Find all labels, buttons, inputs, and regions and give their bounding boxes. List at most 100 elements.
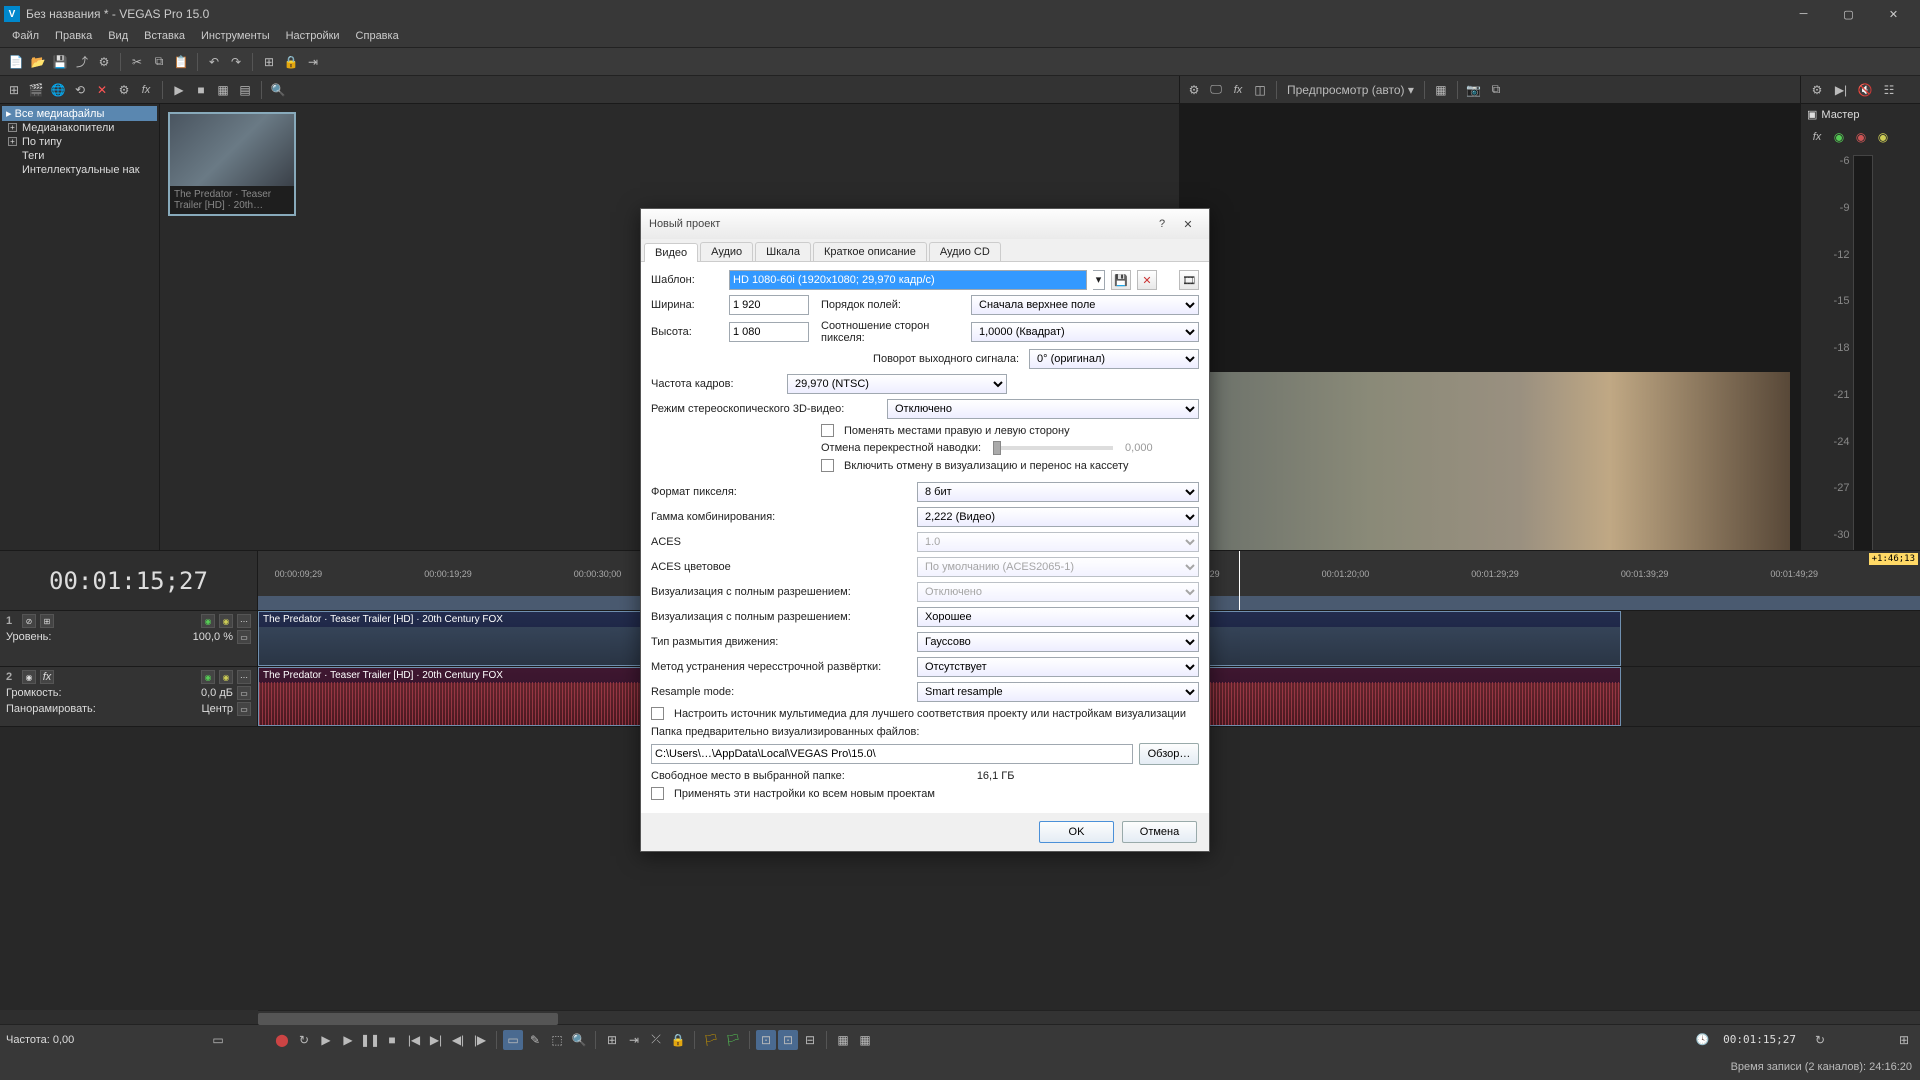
split-icon[interactable]: ◫: [1250, 80, 1270, 100]
menu-help[interactable]: Справка: [348, 28, 407, 47]
width-input[interactable]: [729, 295, 809, 315]
stop-icon[interactable]: ■: [191, 80, 211, 100]
undo-icon[interactable]: ↶: [204, 52, 224, 72]
prepath-input[interactable]: [651, 744, 1133, 764]
fullres2-select[interactable]: Хорошее: [917, 607, 1199, 627]
tab-audio[interactable]: Аудио: [700, 242, 753, 261]
play-icon[interactable]: ▶: [169, 80, 189, 100]
fx-icon[interactable]: fx: [40, 670, 54, 684]
insert-icon[interactable]: ◉: [1829, 127, 1849, 147]
pixfmt-select[interactable]: 8 бит: [917, 482, 1199, 502]
deinterlace-select[interactable]: Отсутствует: [917, 657, 1199, 677]
minimize-button[interactable]: ─: [1781, 0, 1826, 28]
delete-icon[interactable]: ✕: [92, 80, 112, 100]
save-template-icon[interactable]: 💾: [1111, 270, 1131, 290]
region-icon[interactable]: 🏳: [723, 1030, 743, 1050]
help-icon[interactable]: ?: [1149, 214, 1175, 234]
mute-icon[interactable]: ◉: [201, 614, 215, 628]
ok-button[interactable]: OK: [1039, 821, 1114, 843]
playhead[interactable]: [1239, 551, 1240, 610]
autopreview-icon[interactable]: ▦: [213, 80, 233, 100]
copy-icon[interactable]: ⧉: [149, 52, 169, 72]
template-input[interactable]: [729, 270, 1087, 290]
loop-icon[interactable]: ↻: [294, 1030, 314, 1050]
gamma-select[interactable]: 2,222 (Видео): [917, 507, 1199, 527]
paste-icon[interactable]: 📋: [171, 52, 191, 72]
tree-root[interactable]: ▸ Все медиафайлы: [2, 106, 157, 121]
views-icon[interactable]: ▤: [235, 80, 255, 100]
menu-tools[interactable]: Инструменты: [193, 28, 278, 47]
browse-button[interactable]: Обзор…: [1139, 743, 1199, 765]
motionblur-select[interactable]: Гауссово: [917, 632, 1199, 652]
expand-icon[interactable]: +: [8, 123, 17, 132]
search-icon[interactable]: 🔍: [268, 80, 288, 100]
slider-icon[interactable]: ▭: [208, 1030, 228, 1050]
tree-item[interactable]: Интеллектуальные нак: [2, 163, 157, 177]
bypass-icon[interactable]: ⊘: [22, 614, 36, 628]
tree-item[interactable]: +Медианакопители: [2, 121, 157, 135]
delete-template-icon[interactable]: ✕: [1137, 270, 1157, 290]
menu-edit[interactable]: Правка: [47, 28, 100, 47]
applyall-checkbox[interactable]: [651, 787, 664, 800]
more-icon[interactable]: ⋯: [237, 614, 251, 628]
gear-icon[interactable]: ⚙: [1184, 80, 1204, 100]
remove-icon[interactable]: ⟲: [70, 80, 90, 100]
gostart-icon[interactable]: |◀: [404, 1030, 424, 1050]
quality-dropdown[interactable]: Предпросмотр (авто) ▾: [1283, 80, 1418, 100]
play-icon[interactable]: ▶: [338, 1030, 358, 1050]
copysnap-icon[interactable]: ⧉: [1486, 80, 1506, 100]
mute-icon[interactable]: 🔇: [1855, 80, 1875, 100]
record-icon[interactable]: ⬤: [272, 1030, 292, 1050]
tool3-icon[interactable]: ⊟: [800, 1030, 820, 1050]
tool2-icon[interactable]: ⊡: [778, 1030, 798, 1050]
tab-audiocd[interactable]: Аудио CD: [929, 242, 1001, 261]
menu-insert[interactable]: Вставка: [136, 28, 193, 47]
nextframe-icon[interactable]: |▶: [470, 1030, 490, 1050]
tree-item[interactable]: +По типу: [2, 135, 157, 149]
mute-icon[interactable]: ◉: [201, 670, 215, 684]
fx-icon[interactable]: fx: [136, 80, 156, 100]
lock-icon[interactable]: 🔒: [281, 52, 301, 72]
fx-icon[interactable]: fx: [1228, 80, 1248, 100]
solo-icon[interactable]: ◉: [219, 670, 233, 684]
props-icon[interactable]: ⚙: [114, 80, 134, 100]
playstart-icon[interactable]: ▶: [316, 1030, 336, 1050]
capture-icon[interactable]: 🎬: [26, 80, 46, 100]
dock-icon[interactable]: ⊞: [1894, 1030, 1914, 1050]
save-icon[interactable]: 💾: [50, 52, 70, 72]
zoom-icon[interactable]: 🔍: [569, 1030, 589, 1050]
envelope-icon[interactable]: ✎: [525, 1030, 545, 1050]
timeline-timecode[interactable]: 00:01:15;27: [1723, 1033, 1796, 1046]
more-icon[interactable]: ⋯: [237, 670, 251, 684]
maximize-button[interactable]: ▢: [1826, 0, 1871, 28]
timeline-scrollbar[interactable]: [258, 1010, 1920, 1024]
expand-icon[interactable]: +: [8, 137, 17, 146]
new-icon[interactable]: 📄: [6, 52, 26, 72]
menu-options[interactable]: Настройки: [278, 28, 348, 47]
prev-icon[interactable]: ▶|: [1831, 80, 1851, 100]
tab-video[interactable]: Видео: [644, 243, 698, 262]
slider-handle[interactable]: ▭: [237, 686, 251, 700]
pause-icon[interactable]: ❚❚: [360, 1030, 380, 1050]
cut-icon[interactable]: ✂: [127, 52, 147, 72]
getmedia-icon[interactable]: 🌐: [48, 80, 68, 100]
solo-icon[interactable]: ◉: [219, 614, 233, 628]
menu-file[interactable]: Файл: [4, 28, 47, 47]
media-thumbnail[interactable]: The Predator · Teaser Trailer [HD] · 20t…: [168, 112, 296, 216]
dialog-titlebar[interactable]: Новый проект ? ✕: [641, 209, 1209, 239]
tree-item[interactable]: Теги: [2, 149, 157, 163]
extmon-icon[interactable]: 🖵: [1206, 80, 1226, 100]
misc2-icon[interactable]: ▦: [855, 1030, 875, 1050]
match-media-icon[interactable]: 🎞: [1179, 270, 1199, 290]
snap-icon[interactable]: ⊞: [259, 52, 279, 72]
solo-icon[interactable]: ◉: [1873, 127, 1893, 147]
tool1-icon[interactable]: ⊡: [756, 1030, 776, 1050]
goend-icon[interactable]: ▶|: [426, 1030, 446, 1050]
prevframe-icon[interactable]: ◀|: [448, 1030, 468, 1050]
track-header[interactable]: 1 ⊘ ⊞ ◉ ◉ ⋯ Уровень: 100,0 % ▭: [0, 611, 258, 666]
fieldorder-select[interactable]: Сначала верхнее поле: [971, 295, 1199, 315]
cancel-button[interactable]: Отмена: [1122, 821, 1197, 843]
autocross-icon[interactable]: ⤫: [646, 1030, 666, 1050]
render-icon[interactable]: ⤴: [72, 52, 92, 72]
misc-icon[interactable]: ▦: [833, 1030, 853, 1050]
